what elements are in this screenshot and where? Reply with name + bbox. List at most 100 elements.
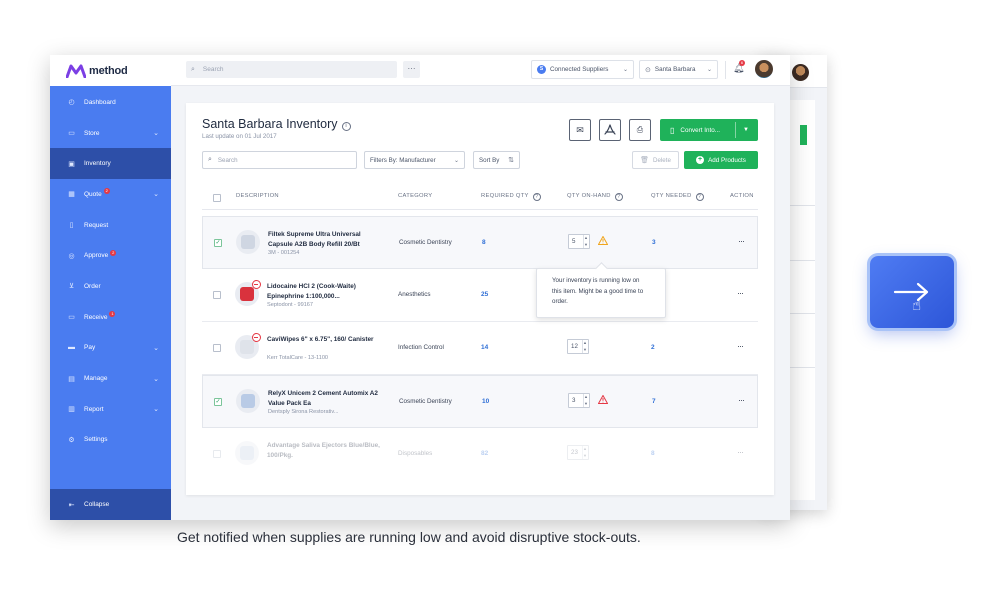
required-qty[interactable]: 10 <box>482 398 489 405</box>
help-icon[interactable]: ? <box>614 193 623 201</box>
row-checkbox[interactable] <box>213 450 221 458</box>
row-checkbox[interactable]: ✓ <box>214 398 222 406</box>
sidebar-item-quote[interactable]: ▦ Quote 2 ⌄ <box>50 179 171 210</box>
warning-icon[interactable] <box>597 235 609 247</box>
user-avatar[interactable] <box>755 60 773 78</box>
location-label: Santa Barbara <box>654 66 696 73</box>
qty-on-hand-stepper[interactable]: 5 ▲ ▼ <box>568 234 590 249</box>
more-options-button[interactable]: ··· <box>403 61 420 78</box>
required-qty[interactable]: 82 <box>481 450 488 457</box>
chevron-down-icon[interactable]: ▼ <box>743 127 749 133</box>
email-button[interactable]: ✉ <box>569 119 591 141</box>
sidebar-item-label: Approve <box>84 252 109 260</box>
document-icon: ▯ <box>670 125 675 135</box>
chevron-down-icon: ⌄ <box>706 67 712 73</box>
product-image <box>240 287 254 301</box>
row-actions-menu[interactable]: ··· <box>738 395 745 405</box>
qty-on-hand-stepper[interactable]: 12 ▲ ▼ <box>567 339 589 354</box>
sidebar-item-request[interactable]: ▯ Request <box>50 210 171 241</box>
qty-on-hand-stepper[interactable]: 23 ▲ ▼ <box>567 445 589 460</box>
notification-badge: 6 <box>739 60 745 66</box>
qty-needed[interactable]: 2 <box>651 344 655 351</box>
sidebar-item-approve[interactable]: ◎ Approve 2 <box>50 240 171 271</box>
sidebar-item-dashboard[interactable]: ◴ Dashboard <box>50 87 171 118</box>
table-row[interactable]: Lidocaine HCl 2 (Cook-Waite) Epinephrine… <box>202 269 758 322</box>
sidebar-item-pay[interactable]: ▬ Pay ⌄ <box>50 333 171 364</box>
sidebar-item-settings[interactable]: ⚙ Settings <box>50 425 171 456</box>
collapse-button[interactable]: ⇤ Collapse <box>50 489 171 520</box>
product-name[interactable]: Advantage Saliva Ejectors Blue/Blue, 100… <box>267 441 382 460</box>
stepper-arrows-icon[interactable]: ▲ ▼ <box>583 394 588 407</box>
required-qty[interactable]: 25 <box>481 291 488 298</box>
qty-needed[interactable]: 8 <box>651 450 655 457</box>
product-supplier: Septodont - 99167 <box>267 302 314 308</box>
plus-icon: + <box>696 156 705 164</box>
help-icon[interactable]: ? <box>695 193 704 201</box>
help-icon[interactable]: ? <box>532 193 541 201</box>
sidebar-item-manage[interactable]: ▤ Manage ⌄ <box>50 363 171 394</box>
product-category: Infection Control <box>398 344 444 351</box>
qty-needed[interactable]: 7 <box>652 398 656 405</box>
row-checkbox[interactable] <box>213 344 221 352</box>
product-category: Cosmetic Dentistry <box>399 239 452 246</box>
row-actions-menu[interactable]: ··· <box>737 288 744 298</box>
table-row[interactable]: CaviWipes 6" x 6.75", 160/ Canister Kerr … <box>202 322 758 375</box>
row-actions-menu[interactable]: ··· <box>738 236 745 246</box>
convert-into-button[interactable]: ▯ Convert Into... ▼ <box>660 119 758 141</box>
stepper-arrows-icon[interactable]: ▲ ▼ <box>582 340 587 353</box>
sidebar-item-receive[interactable]: ▭ Receive 1 <box>50 302 171 333</box>
qty-on-hand-value: 3 <box>572 397 576 404</box>
background-divider <box>790 313 815 314</box>
sort-label: Sort By <box>479 156 500 164</box>
global-search-input[interactable]: ⌕ Search <box>186 61 397 78</box>
filter-dropdown[interactable]: Filters By: Manufacturer ⌄ <box>364 151 465 169</box>
suppliers-label: Connected Suppliers <box>550 66 609 73</box>
sidebar: method ◴ Dashboard ▭ Store ⌄ ▣ Inventory ▦ Quote… <box>50 55 171 520</box>
row-checkbox[interactable]: ✓ <box>214 239 222 247</box>
qty-needed[interactable]: 3 <box>652 239 656 246</box>
warning-icon[interactable] <box>597 394 609 406</box>
table-row[interactable]: ✓ Filtek Supreme Ultra Universal Capsule … <box>202 216 758 269</box>
sidebar-item-report[interactable]: ▥ Report ⌄ <box>50 394 171 425</box>
product-name[interactable]: CaviWipes 6" x 6.75", 160/ Canister <box>267 335 382 345</box>
column-required-qty[interactable]: REQUIRED QTY? <box>481 193 541 201</box>
column-description[interactable]: DESCRIPTION <box>236 193 279 199</box>
required-qty[interactable]: 14 <box>481 344 488 351</box>
stepper-arrows-icon[interactable]: ▲ ▼ <box>582 446 587 459</box>
next-arrow-button[interactable] <box>870 256 954 328</box>
connected-suppliers-dropdown[interactable]: S Connected Suppliers ⌄ <box>531 60 634 79</box>
product-name[interactable]: RelyX Unicem 2 Cement Automix A2 Value P… <box>268 389 383 408</box>
info-icon[interactable]: i <box>341 122 351 131</box>
background-green-button <box>800 125 807 145</box>
qty-on-hand-stepper[interactable]: 3 ▲ ▼ <box>568 393 590 408</box>
delete-button[interactable]: 🗑︎ Delete <box>632 151 679 169</box>
request-icon: ▯ <box>69 222 74 230</box>
sort-dropdown[interactable]: Sort By ⇅ <box>473 151 520 169</box>
product-thumbnail <box>235 333 261 359</box>
add-products-button[interactable]: + Add Products <box>684 151 758 169</box>
sidebar-item-order[interactable]: ⊻ Order <box>50 271 171 302</box>
sidebar-item-store[interactable]: ▭ Store ⌄ <box>50 118 171 149</box>
logo[interactable]: method <box>50 55 171 86</box>
pdf-button[interactable] <box>599 119 621 141</box>
column-qty-needed[interactable]: QTY NEEDED? <box>651 193 704 201</box>
last-update-text: Last update on 01 Jul 2017 <box>202 133 277 140</box>
required-qty[interactable]: 8 <box>482 239 486 246</box>
product-name[interactable]: Filtek Supreme Ultra Universal Capsule A… <box>268 230 383 249</box>
location-dropdown[interactable]: ⊙ Santa Barbara ⌄ <box>639 60 718 79</box>
row-checkbox[interactable] <box>213 291 221 299</box>
row-actions-menu[interactable]: ··· <box>737 341 744 351</box>
sidebar-item-inventory[interactable]: ▣ Inventory <box>50 148 171 180</box>
column-qty-on-hand[interactable]: QTY ON-HAND? <box>567 193 623 201</box>
inventory-search-input[interactable]: ⌕ Search <box>202 151 357 169</box>
column-category[interactable]: CATEGORY <box>398 193 432 199</box>
select-all-checkbox[interactable] <box>213 194 221 202</box>
table-row[interactable]: Advantage Saliva Ejectors Blue/Blue, 100… <box>202 428 758 481</box>
count-badge: 1 <box>109 311 116 318</box>
row-actions-menu[interactable]: ··· <box>737 447 744 457</box>
table-row[interactable]: ✓ RelyX Unicem 2 Cement Automix A2 Value … <box>202 375 758 428</box>
product-name[interactable]: Lidocaine HCl 2 (Cook-Waite) Epinephrine… <box>267 282 382 301</box>
stepper-arrows-icon[interactable]: ▲ ▼ <box>583 235 588 248</box>
print-button[interactable]: ⎙ <box>629 119 651 141</box>
background-divider <box>790 205 815 206</box>
